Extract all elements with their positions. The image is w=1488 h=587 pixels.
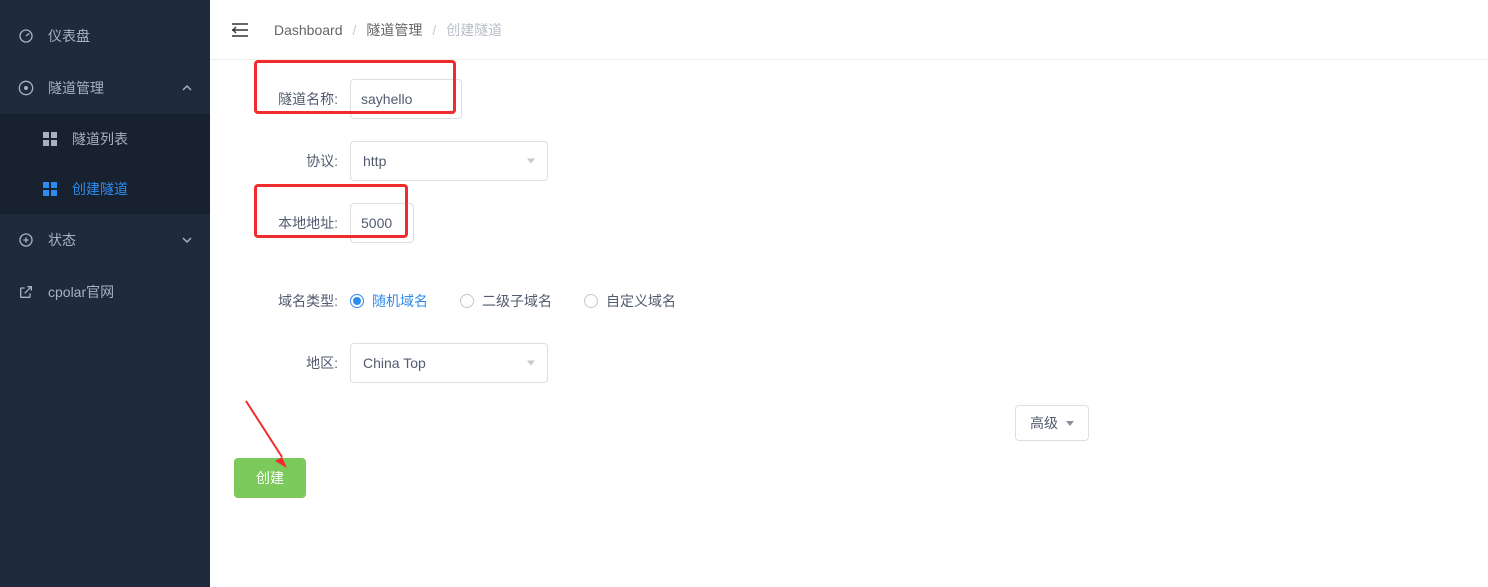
sidebar-item-label: 仪表盘 (48, 26, 90, 46)
breadcrumb-item[interactable]: 隧道管理 (366, 20, 422, 40)
breadcrumb: Dashboard / 隧道管理 / 创建隧道 (274, 20, 502, 40)
radio-label: 二级子域名 (482, 291, 552, 311)
tunnel-name-label: 隧道名称: (230, 89, 350, 109)
local-addr-input[interactable] (350, 203, 414, 243)
sidebar-item-tunnel-manage[interactable]: 隧道管理 (0, 62, 210, 114)
sidebar-item-dashboard[interactable]: 仪表盘 (0, 10, 210, 62)
create-button[interactable]: 创建 (234, 458, 306, 498)
row-region: 地区: China Top (230, 342, 1468, 384)
sidebar-item-status[interactable]: 状态 (0, 214, 210, 266)
breadcrumb-item[interactable]: Dashboard (274, 22, 343, 38)
region-value: China Top (363, 355, 426, 371)
sidebar-subitem-label: 隧道列表 (72, 129, 128, 149)
breadcrumb-sep: / (432, 22, 436, 38)
breadcrumb-item-current: 创建隧道 (446, 20, 502, 40)
row-domain-type: 域名类型: 随机域名 二级子域名 自定义域名 (230, 280, 1468, 322)
menu-toggle-icon[interactable] (230, 20, 250, 40)
topbar: Dashboard / 隧道管理 / 创建隧道 (210, 0, 1488, 60)
breadcrumb-sep: / (353, 22, 357, 38)
sidebar-item-label: 隧道管理 (48, 78, 104, 98)
row-tunnel-name: 隧道名称: (230, 78, 1468, 120)
sidebar: 仪表盘 隧道管理 隧道列表 创建隧道 (0, 0, 210, 587)
form-area: 隧道名称: 协议: http 本地地址: (210, 60, 1488, 404)
sidebar-item-cpolar-site[interactable]: cpolar官网 (0, 266, 210, 318)
radio-custom-domain[interactable]: 自定义域名 (584, 291, 676, 311)
chevron-up-icon (182, 80, 192, 96)
chevron-down-icon (527, 159, 535, 164)
main-panel: Dashboard / 隧道管理 / 创建隧道 隧道名称: 协议: ht (210, 0, 1488, 587)
domain-type-label: 域名类型: (230, 291, 350, 311)
sidebar-item-label: cpolar官网 (48, 282, 114, 302)
external-link-icon (18, 284, 34, 300)
sidebar-subitem-tunnel-list[interactable]: 隧道列表 (0, 114, 210, 164)
row-local-addr: 本地地址: (230, 202, 1468, 244)
dashboard-icon (18, 28, 34, 44)
radio-random-domain[interactable]: 随机域名 (350, 291, 428, 311)
chevron-down-icon (182, 232, 192, 248)
radio-label: 自定义域名 (606, 291, 676, 311)
region-label: 地区: (230, 353, 350, 373)
protocol-value: http (363, 153, 386, 169)
caret-down-icon (1066, 421, 1074, 426)
advanced-button[interactable]: 高级 (1015, 405, 1089, 441)
grid-icon (42, 131, 58, 147)
row-protocol: 协议: http (230, 140, 1468, 182)
sidebar-subitem-create-tunnel[interactable]: 创建隧道 (0, 164, 210, 214)
sidebar-subitem-label: 创建隧道 (72, 179, 128, 199)
create-label: 创建 (256, 468, 284, 488)
sidebar-item-label: 状态 (48, 230, 76, 250)
region-select[interactable]: China Top (350, 343, 548, 383)
protocol-select[interactable]: http (350, 141, 548, 181)
protocol-label: 协议: (230, 151, 350, 171)
advanced-label: 高级 (1030, 413, 1058, 433)
tunnel-name-input[interactable] (350, 79, 462, 119)
status-icon (18, 232, 34, 248)
radio-subdomain[interactable]: 二级子域名 (460, 291, 552, 311)
chevron-down-icon (527, 361, 535, 366)
radio-dot-icon (460, 294, 474, 308)
radio-dot-icon (350, 294, 364, 308)
tunnel-icon (18, 80, 34, 96)
radio-dot-icon (584, 294, 598, 308)
grid-icon (42, 181, 58, 197)
local-addr-label: 本地地址: (230, 213, 350, 233)
radio-label: 随机域名 (372, 291, 428, 311)
